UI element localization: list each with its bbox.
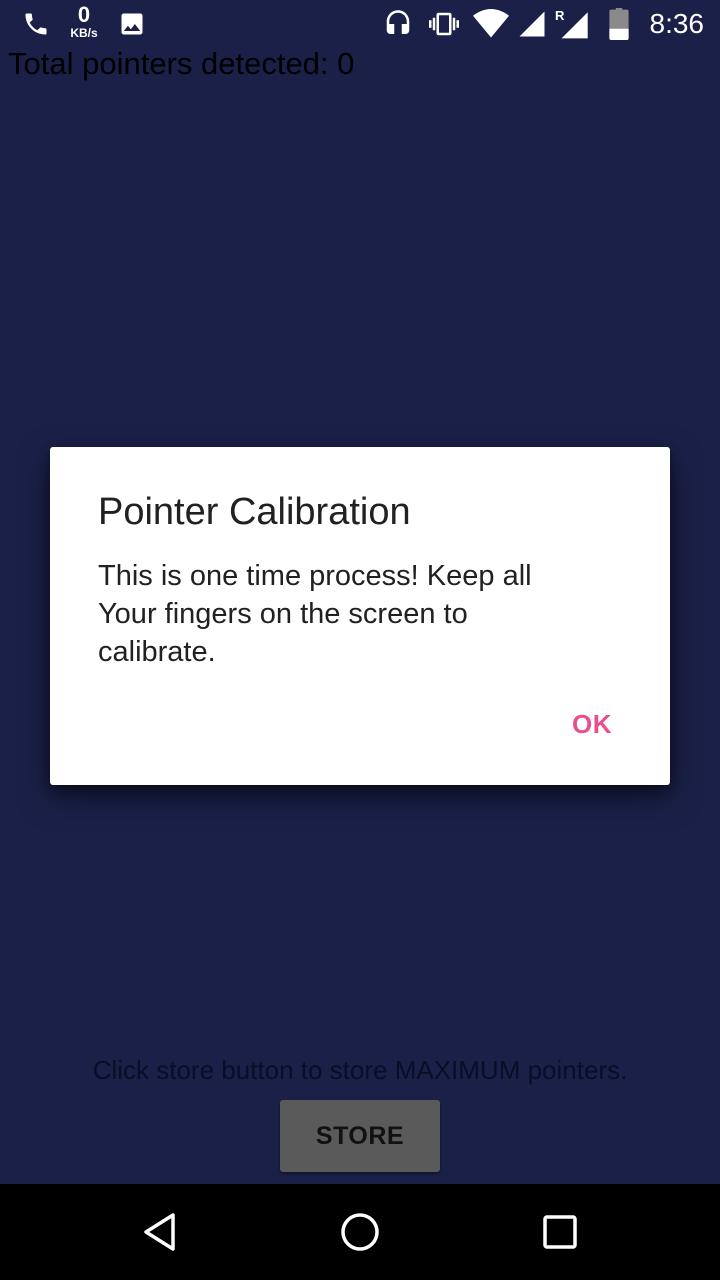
signal-icon [514, 0, 550, 48]
calibration-dialog: Pointer Calibration This is one time pro… [50, 447, 670, 785]
store-instruction-text: Click store button to store MAXIMUM poin… [92, 1055, 628, 1085]
status-bar: 0 KB/s R 8:36 [0, 0, 720, 48]
status-clock: 8:36 [649, 8, 705, 39]
image-icon [116, 0, 148, 48]
ok-button[interactable]: OK [564, 705, 620, 744]
network-speed-indicator: 0 KB/s [62, 2, 106, 40]
roaming-label: R [555, 8, 565, 23]
battery-icon [604, 0, 634, 48]
vibrate-icon [424, 0, 464, 48]
network-speed-value: 0 [77, 2, 91, 27]
signal-roaming-icon: R [554, 0, 590, 48]
store-button[interactable]: STORE [280, 1100, 440, 1172]
headset-icon [380, 0, 416, 48]
network-speed-unit: KB/s [70, 26, 98, 40]
recents-icon[interactable] [512, 1184, 608, 1280]
back-icon[interactable] [112, 1184, 208, 1280]
home-icon[interactable] [312, 1184, 408, 1280]
dialog-title: Pointer Calibration [98, 491, 411, 533]
navigation-bar [0, 1184, 720, 1280]
phone-icon [18, 0, 54, 48]
wifi-icon [472, 0, 510, 48]
dialog-message: This is one time process! Keep all Your … [98, 560, 532, 668]
pointer-count-label: Total pointers detected: 0 [8, 46, 355, 81]
